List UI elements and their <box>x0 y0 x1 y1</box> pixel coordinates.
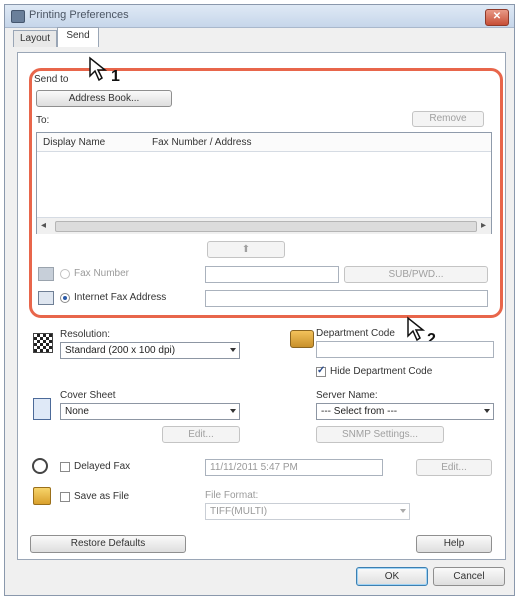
server-name-select[interactable]: --- Select from --- <box>316 403 494 420</box>
cancel-button[interactable]: Cancel <box>433 567 505 586</box>
server-name-value: --- Select from --- <box>321 406 398 417</box>
tab-send[interactable]: Send <box>57 27 99 47</box>
close-button[interactable]: ✕ <box>485 9 509 26</box>
delayed-fax-checkbox[interactable] <box>60 462 70 472</box>
hide-department-checkbox[interactable] <box>316 365 326 377</box>
folder-icon <box>33 487 51 505</box>
resolution-icon <box>33 333 53 353</box>
title-bar: Printing Preferences ✕ <box>5 5 514 28</box>
resolution-value: Standard (200 x 100 dpi) <box>65 345 176 356</box>
server-name-label: Server Name: <box>316 390 378 401</box>
snmp-settings-button[interactable]: SNMP Settings... <box>316 426 444 443</box>
delayed-fax-label: Delayed Fax <box>74 461 131 472</box>
help-button[interactable]: Help <box>416 535 492 553</box>
file-format-value: TIFF(MULTI) <box>210 506 268 517</box>
save-as-file-label: Save as File <box>74 491 130 502</box>
department-code-field[interactable] <box>316 341 494 358</box>
send-to-highlight <box>29 68 503 318</box>
resolution-select[interactable]: Standard (200 x 100 dpi) <box>60 342 240 359</box>
chevron-down-icon <box>230 409 236 413</box>
chevron-down-icon <box>230 348 236 352</box>
file-format-label: File Format: <box>205 490 259 501</box>
callout-1: 1 <box>111 68 120 85</box>
ok-button[interactable]: OK <box>356 567 428 586</box>
delayed-fax-datetime[interactable]: 11/11/2011 5:47 PM <box>205 459 383 476</box>
clock-icon <box>32 458 48 474</box>
save-as-file-checkbox[interactable] <box>60 492 70 502</box>
department-code-label: Department Code <box>316 328 395 339</box>
cover-sheet-icon <box>33 398 51 420</box>
department-key-icon <box>290 330 314 348</box>
window-title: Printing Preferences <box>29 9 129 21</box>
delayed-fax-edit-button[interactable]: Edit... <box>416 459 492 476</box>
cover-sheet-value: None <box>65 406 89 417</box>
mouse-cursor-icon <box>89 56 108 82</box>
cover-sheet-edit-button[interactable]: Edit... <box>162 426 240 443</box>
chevron-down-icon <box>484 409 490 413</box>
cover-sheet-label: Cover Sheet <box>60 390 116 401</box>
resolution-label: Resolution: <box>60 329 111 340</box>
hide-department-label: Hide Department Code <box>330 366 433 377</box>
chevron-down-icon <box>400 509 406 513</box>
printer-icon <box>11 10 25 23</box>
file-format-select[interactable]: TIFF(MULTI) <box>205 503 410 520</box>
mouse-cursor-icon <box>407 316 426 342</box>
cover-sheet-select[interactable]: None <box>60 403 240 420</box>
restore-defaults-button[interactable]: Restore Defaults <box>30 535 186 553</box>
tab-layout[interactable]: Layout <box>13 30 57 47</box>
